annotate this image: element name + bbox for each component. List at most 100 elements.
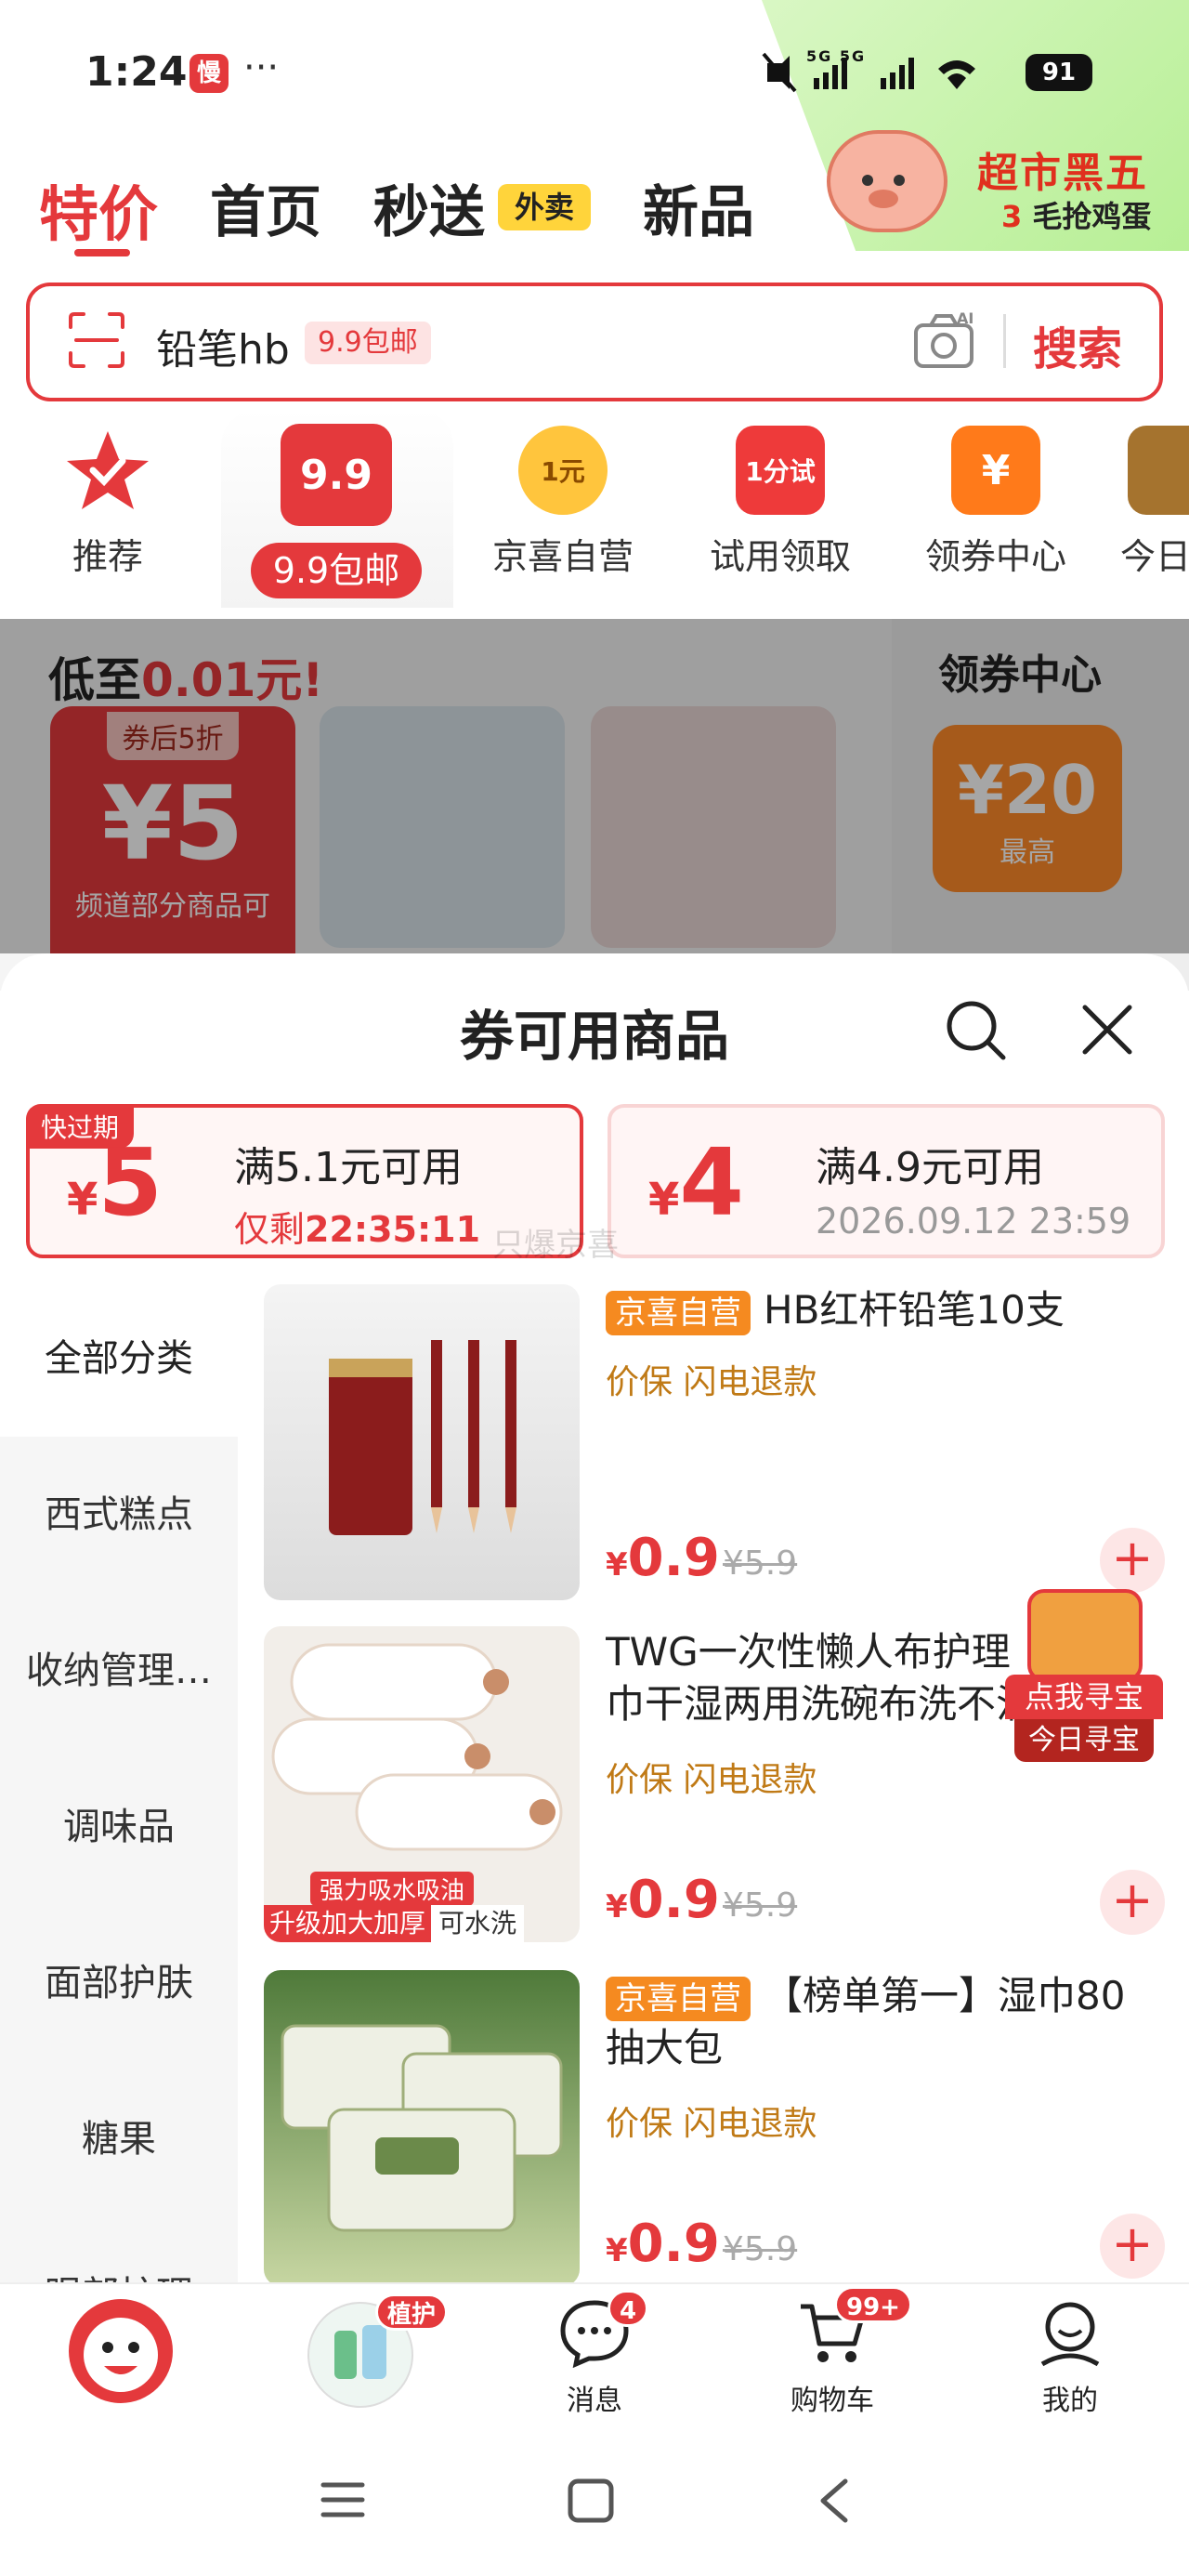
product-original-price: ¥5.9 (723, 2230, 798, 2268)
sheet-title: 券可用商品 (459, 1005, 729, 1068)
sidebar-item-all[interactable]: 全部分类 (0, 1281, 238, 1437)
category-jingxi-self[interactable]: 1元 京喜自营 (470, 426, 656, 579)
category-voucher-center[interactable]: ¥ 领券中心 (903, 426, 1089, 579)
product-services: 价保 闪电退款 (606, 1363, 817, 1401)
nav-home[interactable] (56, 2293, 186, 2412)
product-services: 价保 闪电退款 (606, 2105, 817, 2143)
category-label: 试用领取 (709, 536, 851, 577)
nav-label: 购物车 (790, 2385, 874, 2417)
promo-mascot-image[interactable] (827, 130, 947, 232)
sidebar-item-seasoning[interactable]: 调味品 (0, 1749, 238, 1905)
image-caption-3: 可水洗 (431, 1905, 525, 1942)
category-recommend[interactable]: 推荐 (15, 426, 201, 579)
treasure-label: 点我寻宝 (1005, 1675, 1163, 1719)
status-time: 1:24 (85, 48, 188, 96)
jd-mascot-icon (69, 2299, 173, 2403)
category-sidebar: 全部分类 西式糕点 收纳管理… 调味品 面部护肤 糖果 眼部护理 (0, 1281, 238, 2282)
more-notifications-icon: ··· (243, 46, 280, 89)
product-price: ¥0.9 (606, 2214, 720, 2274)
back-icon[interactable] (816, 2477, 853, 2528)
category-99[interactable]: 9.9 (243, 424, 429, 526)
system-navigation-bar (0, 2431, 1189, 2576)
sidebar-item-candy[interactable]: 糖果 (0, 2061, 238, 2217)
battery-indicator: 91 (1026, 54, 1092, 91)
add-to-cart-button[interactable]: + (1100, 2214, 1165, 2279)
product-title[interactable]: 京喜自营 HB红杆铅笔10支 (606, 1284, 1144, 1336)
promo-sub-number: 3 (1001, 199, 1023, 234)
category-today[interactable]: 今日 (1105, 426, 1189, 579)
promo-title[interactable]: 超市黑五 (977, 139, 1148, 199)
one-yuan-icon: 1元 (518, 426, 608, 515)
search-button[interactable]: 搜索 (1033, 312, 1122, 377)
add-to-cart-button[interactable]: + (1100, 1870, 1165, 1935)
product-image[interactable] (264, 1970, 580, 2282)
pencil-image-icon (329, 1340, 516, 1535)
product-item[interactable]: 京喜自营 【榜单第一】湿巾80抽大包 价保 闪电退款 ¥0.9 ¥5.9 + (264, 1970, 1165, 2282)
sidebar-item-pastry[interactable]: 西式糕点 (0, 1437, 238, 1593)
product-image[interactable]: 强力吸水吸油 升级加大加厚 可水洗 (264, 1626, 580, 1942)
watermark-text: 只爆京喜 (492, 1227, 619, 1264)
signal-icons: 5G 5G (762, 47, 1013, 102)
coupon-condition: 满4.9元可用 (816, 1144, 1044, 1191)
product-price: ¥0.9 (606, 1870, 720, 1930)
nav-label: 消息 (567, 2385, 622, 2417)
signal-label: 5G 5G (806, 50, 866, 65)
bottom-navigation: 植护 消息 4 购物车 99+ 我的 (0, 2282, 1189, 2431)
coupon-card[interactable]: ¥4 满4.9元可用 2026.09.12 23:59 (608, 1104, 1165, 1258)
ai-label: AI (957, 309, 973, 327)
messages-badge: 4 (608, 2290, 649, 2327)
coupon-expiry: 2026.09.12 23:59 (816, 1201, 1131, 1242)
home-square-icon[interactable] (567, 2477, 615, 2528)
sidebar-item-eyecare[interactable]: 眼部护理 (0, 2217, 238, 2282)
nav-promo-badge: 植护 (375, 2293, 449, 2331)
category-label: 京喜自营 (491, 536, 634, 577)
app-notification-badge: 慢 (189, 54, 229, 93)
coupon-countdown: 仅剩22:35:11 (234, 1209, 481, 1250)
treasure-hunt-float[interactable]: 点我寻宝 今日寻宝 (1005, 1589, 1163, 1766)
promo-sub-text: 毛抢鸡蛋 (1032, 199, 1152, 234)
treasure-sublabel: 今日寻宝 (1014, 1719, 1154, 1762)
status-bar: 1:24 慢 ··· 5G 5G 91 超市黑五 3 毛抢鸡蛋 (0, 0, 1189, 251)
product-original-price: ¥5.9 (723, 1544, 798, 1583)
user-icon (1040, 2302, 1100, 2367)
category-label: 领券中心 (924, 536, 1066, 577)
category-trial[interactable]: 1分试 试用领取 (687, 426, 873, 579)
coupon-condition: 满5.1元可用 (234, 1144, 463, 1191)
product-title[interactable]: TWG一次性懒人布护理巾干湿两用洗碗布洗不沾油 (606, 1626, 1042, 1730)
tab-new[interactable]: 新品 (643, 167, 754, 248)
add-to-cart-button[interactable]: + (1100, 1528, 1165, 1593)
search-input[interactable]: 铅笔hb (156, 316, 290, 375)
product-services: 价保 闪电退款 (606, 1761, 817, 1799)
category-label: 推荐 (72, 536, 143, 577)
sidebar-item-skincare[interactable]: 面部护肤 (0, 1905, 238, 2061)
category-label: 今日 (1120, 536, 1189, 577)
scan-icon[interactable] (67, 310, 126, 370)
nav-label: 我的 (1042, 2385, 1098, 2417)
search-bar[interactable]: 铅笔hb 9.9包邮 AI 搜索 (26, 283, 1163, 401)
active-tab-indicator (74, 249, 130, 256)
menu-icon[interactable] (320, 2479, 366, 2524)
category-99-label[interactable]: 9.9包邮 (251, 543, 422, 598)
image-caption-bar: 升级加大加厚 可水洗 (264, 1905, 580, 1942)
tab-miaosong[interactable]: 秒送 (373, 167, 485, 248)
overlay-dim[interactable] (0, 619, 1189, 953)
close-icon[interactable] (1078, 1000, 1137, 1059)
pig-mascot-icon (862, 175, 905, 208)
sidebar-item-storage[interactable]: 收纳管理… (0, 1593, 238, 1749)
star-check-icon (63, 426, 152, 515)
cart-badge: 99+ (834, 2286, 912, 2323)
nav-me[interactable]: 我的 (1005, 2297, 1135, 2418)
product-item[interactable]: 京喜自营 HB红杆铅笔10支 价保 闪电退款 ¥0.9 ¥5.9 + (264, 1284, 1165, 1608)
product-image[interactable] (264, 1284, 580, 1600)
tab-home[interactable]: 首页 (210, 167, 321, 248)
camera-icon[interactable]: AI (912, 309, 979, 374)
wet-wipes-image-icon (281, 2024, 563, 2232)
promo-subtitle[interactable]: 3 毛抢鸡蛋 (1001, 193, 1151, 236)
search-icon[interactable] (944, 998, 1009, 1063)
search-query-tag: 9.9包邮 (305, 322, 431, 364)
product-price: ¥0.9 (606, 1528, 720, 1588)
voucher-icon: ¥ (951, 426, 1040, 515)
tab-tejia[interactable]: 特价 (39, 167, 158, 253)
self-operated-tag: 京喜自营 (606, 1976, 751, 2021)
product-title[interactable]: 京喜自营 【榜单第一】湿巾80抽大包 (606, 1970, 1144, 2074)
